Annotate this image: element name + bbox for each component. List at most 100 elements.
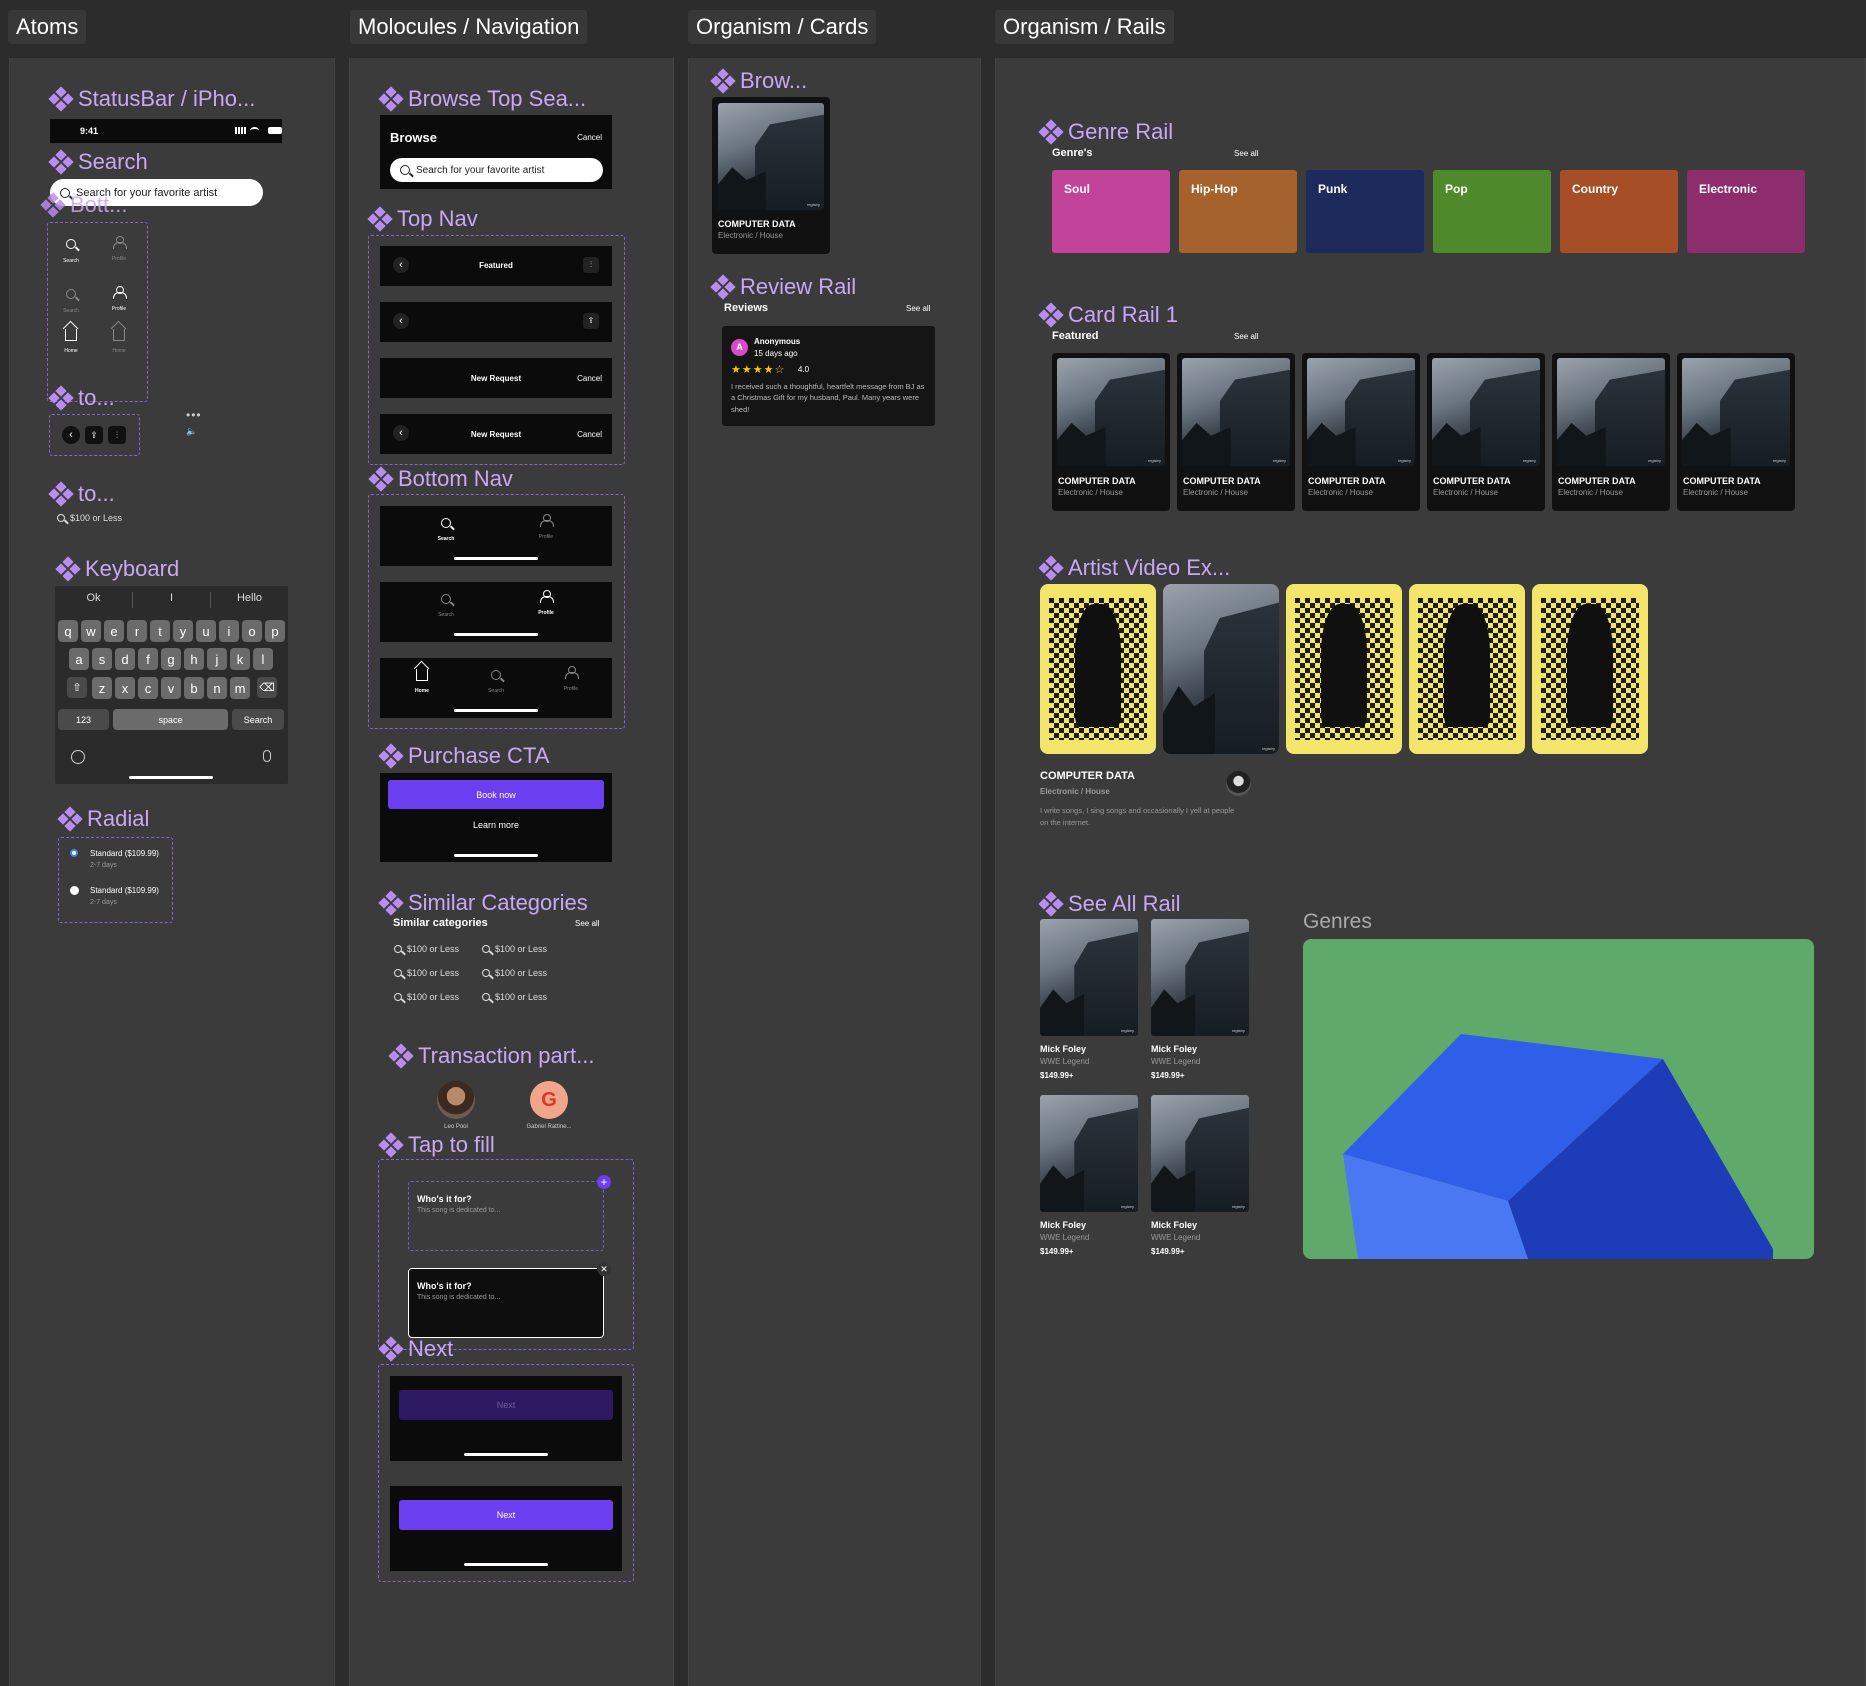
similar-item[interactable]: $100 or Less: [394, 992, 459, 1002]
cancel-button[interactable]: Cancel: [577, 430, 602, 439]
review-card[interactable]: A Anonymous 15 days ago ★★★★☆ 4.0 I rece…: [722, 326, 935, 426]
featured-card[interactable]: registry COMPUTER DATA Electronic / House: [1302, 353, 1420, 511]
back-icon[interactable]: ‹: [62, 426, 80, 444]
artist-video-label[interactable]: Artist Video Ex...: [1038, 555, 1230, 581]
microphone-icon[interactable]: [263, 750, 271, 762]
toolbar-atom-label[interactable]: to...: [48, 385, 115, 411]
browse-search-input[interactable]: Search for your favorite artist: [390, 158, 603, 182]
key-j[interactable]: j: [207, 648, 227, 670]
similar-categories-label[interactable]: Similar Categories: [378, 890, 588, 916]
section-molecules[interactable]: Molocules / Navigation: [350, 10, 588, 44]
featured-card[interactable]: registry COMPUTER DATA Electronic / House: [1427, 353, 1545, 511]
genre-rail-label[interactable]: Genre Rail: [1038, 119, 1173, 145]
nav-search-active[interactable]: Search: [62, 236, 80, 264]
key-y[interactable]: y: [173, 620, 193, 642]
next-button-disabled[interactable]: Next: [399, 1390, 613, 1420]
delete-key[interactable]: ⌫: [257, 677, 277, 698]
nav-home-active[interactable]: Home: [62, 328, 80, 354]
learn-more-button[interactable]: Learn more: [380, 820, 612, 830]
key-v[interactable]: v: [161, 677, 181, 699]
purchase-cta-label[interactable]: Purchase CTA: [378, 743, 549, 769]
artist-video-card[interactable]: registry: [1163, 584, 1279, 754]
bottom-nav-label[interactable]: Bottom Nav: [368, 466, 513, 492]
similar-item[interactable]: $100 or Less: [482, 992, 547, 1002]
see-all-rail-label[interactable]: See All Rail: [1038, 891, 1181, 917]
genre-tile-punk[interactable]: Punk: [1306, 170, 1424, 253]
suggestion[interactable]: I: [132, 592, 211, 608]
genre-tile-pop[interactable]: Pop: [1433, 170, 1551, 253]
bottom-nav-atom-label[interactable]: Bott...: [40, 192, 127, 218]
statusbar-label[interactable]: StatusBar / iPho...: [48, 86, 255, 112]
nav-search-inactive[interactable]: Search: [62, 286, 80, 314]
genre-tile-country[interactable]: Country: [1560, 170, 1678, 253]
featured-card[interactable]: registry COMPUTER DATA Electronic / House: [1177, 353, 1295, 511]
browse-top-search-label[interactable]: Browse Top Sea...: [378, 86, 586, 112]
similar-item[interactable]: $100 or Less: [482, 944, 547, 954]
nav-profile[interactable]: Profile: [530, 514, 562, 540]
artist-avatar[interactable]: [1226, 771, 1251, 796]
filter-icon[interactable]: ⫶: [583, 257, 599, 273]
key-i[interactable]: i: [219, 620, 239, 642]
key-q[interactable]: q: [58, 620, 78, 642]
filter-icon[interactable]: ⫶: [108, 426, 126, 444]
key-s[interactable]: s: [92, 648, 112, 670]
nav-profile[interactable]: Profile: [530, 590, 562, 616]
search-label[interactable]: Search: [48, 149, 148, 175]
transaction-participants-label[interactable]: Transaction part...: [388, 1043, 594, 1069]
key-e[interactable]: e: [104, 620, 124, 642]
next-label[interactable]: Next: [378, 1336, 453, 1362]
key-c[interactable]: c: [138, 677, 158, 699]
key-w[interactable]: w: [81, 620, 101, 642]
similar-item[interactable]: $100 or Less: [482, 968, 547, 978]
key-r[interactable]: r: [127, 620, 147, 642]
tap-to-fill-filled[interactable]: Who's it for? This song is dedicated to.…: [408, 1268, 604, 1338]
nav-profile[interactable]: Profile: [555, 666, 587, 692]
grid-item[interactable]: registry Mick Foley WWE Legend $149.99+: [1040, 919, 1138, 1084]
genre-tile-electronic[interactable]: Electronic: [1687, 170, 1805, 253]
share-icon[interactable]: ⇪: [85, 426, 103, 444]
key-h[interactable]: h: [184, 648, 204, 670]
key-b[interactable]: b: [184, 677, 204, 699]
see-all-link[interactable]: See all: [1234, 332, 1258, 341]
top-nav-label[interactable]: Top Nav: [367, 206, 478, 232]
artist-video-card[interactable]: [1532, 584, 1648, 754]
chip-atom-label[interactable]: to...: [48, 481, 115, 507]
cancel-button[interactable]: Cancel: [577, 374, 602, 383]
shift-key[interactable]: ⇧: [67, 677, 87, 698]
key-m[interactable]: m: [230, 677, 250, 699]
key-f[interactable]: f: [138, 648, 158, 670]
nav-search[interactable]: Search: [430, 591, 462, 618]
avatar[interactable]: [437, 1081, 475, 1119]
keyboard-label[interactable]: Keyboard: [55, 556, 179, 582]
nav-home-inactive[interactable]: Home: [110, 328, 128, 354]
see-all-link[interactable]: See all: [575, 919, 599, 928]
see-all-link[interactable]: See all: [1234, 149, 1258, 158]
browse-card[interactable]: registry COMPUTER DATA Electronic / Hous…: [712, 97, 830, 254]
key-g[interactable]: g: [161, 648, 181, 670]
close-icon[interactable]: ✕: [597, 1262, 611, 1276]
nav-profile-inactive[interactable]: Profile: [110, 236, 128, 262]
back-icon[interactable]: ‹: [393, 313, 409, 329]
genre-tile-soul[interactable]: Soul: [1052, 170, 1170, 253]
artist-video-card[interactable]: [1040, 584, 1156, 754]
artist-video-card[interactable]: [1409, 584, 1525, 754]
key-x[interactable]: x: [115, 677, 135, 699]
nav-search[interactable]: Search: [480, 667, 512, 694]
key-p[interactable]: p: [265, 620, 285, 642]
share-icon[interactable]: ⇪: [583, 313, 599, 329]
search-key[interactable]: Search: [232, 709, 284, 730]
key-u[interactable]: u: [196, 620, 216, 642]
key-a[interactable]: a: [69, 648, 89, 670]
nav-home[interactable]: Home: [406, 668, 438, 694]
browse-card-label[interactable]: Brow...: [710, 68, 807, 94]
section-rails[interactable]: Organism / Rails: [995, 10, 1174, 44]
similar-item[interactable]: $100 or Less: [394, 944, 459, 954]
key-t[interactable]: t: [150, 620, 170, 642]
key-l[interactable]: l: [253, 648, 273, 670]
card-rail-label[interactable]: Card Rail 1: [1038, 302, 1178, 328]
featured-card[interactable]: registry COMPUTER DATA Electronic / House: [1052, 353, 1170, 511]
key-o[interactable]: o: [242, 620, 262, 642]
grid-item[interactable]: registry Mick Foley WWE Legend $149.99+: [1151, 1095, 1249, 1260]
key-n[interactable]: n: [207, 677, 227, 699]
featured-card[interactable]: registry COMPUTER DATA Electronic / House: [1677, 353, 1795, 511]
